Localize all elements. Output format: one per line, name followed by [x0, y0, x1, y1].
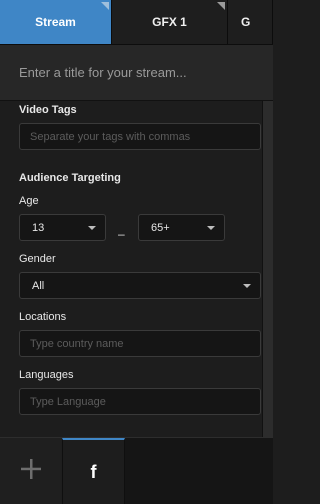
tab-corner-icon [101, 2, 109, 10]
tab-gfx-1-label: GFX 1 [152, 15, 187, 29]
tab-stream[interactable]: Stream [0, 0, 112, 44]
video-tags-input[interactable] [19, 123, 261, 150]
stream-title-input[interactable] [19, 45, 259, 100]
destination-bar: f [0, 437, 273, 504]
tab-gfx-1[interactable]: GFX 1 [112, 0, 228, 44]
age-range-separator: – [118, 227, 125, 241]
chevron-down-icon [88, 226, 96, 230]
languages-label: Languages [19, 369, 74, 381]
gender-value: All [32, 279, 45, 292]
video-tags-label: Video Tags [19, 104, 77, 116]
age-min-select[interactable]: 13 [19, 214, 106, 241]
languages-input[interactable] [19, 388, 261, 415]
chevron-down-icon [243, 284, 251, 288]
chevron-down-icon [207, 226, 215, 230]
gender-label: Gender [19, 253, 56, 265]
add-destination-button[interactable] [0, 438, 61, 504]
age-max-select[interactable]: 65+ [138, 214, 225, 241]
locations-label: Locations [19, 311, 67, 323]
stream-title-bar [0, 45, 273, 101]
locations-input[interactable] [19, 330, 261, 357]
age-max-value: 65+ [151, 221, 170, 234]
tab-gfx-2[interactable]: G [228, 0, 273, 44]
plus-icon [20, 458, 42, 485]
settings-form: Video Tags Audience Targeting Age 13 – 6… [0, 101, 262, 437]
tab-stream-label: Stream [35, 15, 76, 29]
audience-targeting-heading: Audience Targeting [19, 172, 121, 184]
gender-select[interactable]: All [19, 272, 261, 299]
settings-panel: Video Tags Audience Targeting Age 13 – 6… [0, 101, 273, 437]
facebook-destination-button[interactable]: f [62, 438, 125, 504]
facebook-icon: f [90, 461, 97, 482]
tab-gfx-2-label: G [241, 15, 251, 29]
age-label: Age [19, 195, 39, 207]
age-min-value: 13 [32, 221, 45, 234]
panel-scrollbar[interactable] [262, 101, 273, 437]
tab-bar: Stream GFX 1 G [0, 0, 273, 45]
destination-bar-empty [125, 438, 273, 504]
tab-corner-icon [217, 2, 225, 10]
